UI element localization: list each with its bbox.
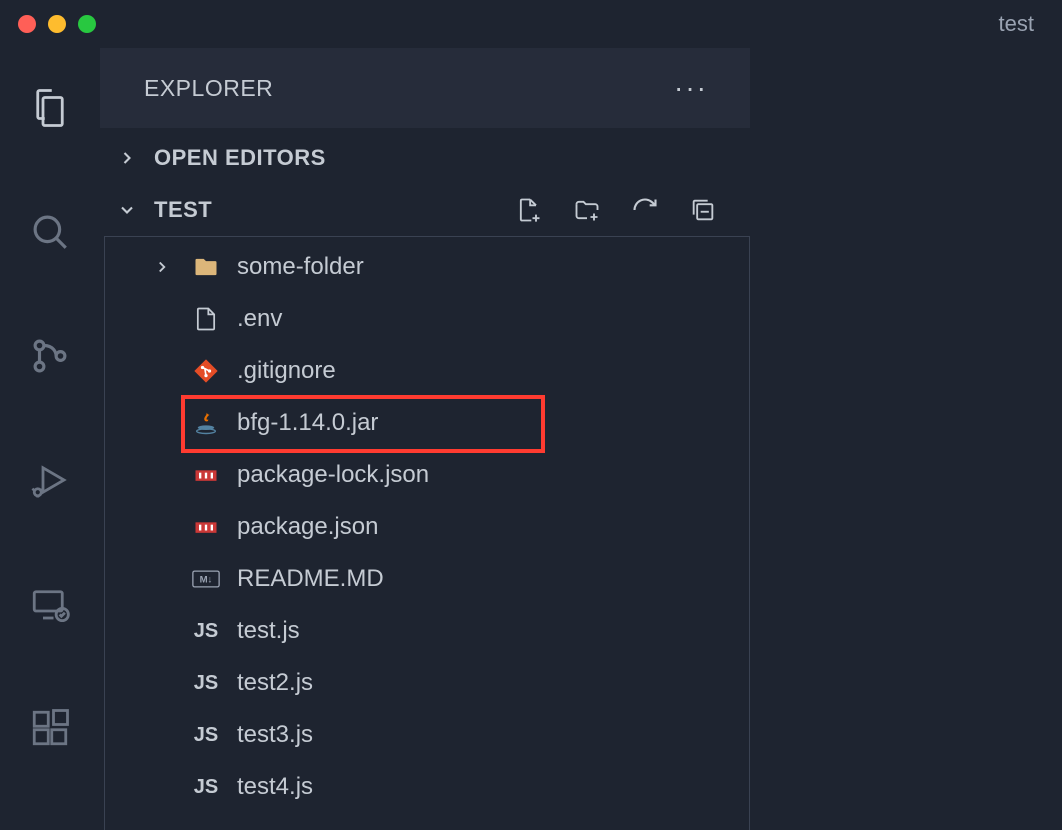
js-badge-text: JS [194, 620, 218, 643]
new-file-icon[interactable] [514, 195, 544, 225]
source-control-activity-icon[interactable] [26, 332, 74, 380]
tree-file-item[interactable]: package.json [105, 501, 749, 553]
more-actions-icon[interactable]: ··· [674, 74, 708, 102]
js-icon: JS [189, 724, 223, 747]
tree-item-label: test3.js [237, 721, 313, 749]
tree-file-item[interactable]: JS test3.js [105, 709, 749, 761]
sidebar-header: EXPLORER ··· [100, 48, 750, 128]
tree-item-label: README.MD [237, 565, 384, 593]
tree-item-label: .gitignore [237, 357, 336, 385]
folder-actions [514, 195, 736, 225]
traffic-lights [18, 15, 96, 33]
tree-item-label: package.json [237, 513, 378, 541]
js-badge-text: JS [194, 672, 218, 695]
java-icon [189, 409, 223, 437]
tree-item-label: test2.js [237, 669, 313, 697]
folder-section-label: TEST [154, 197, 212, 223]
chevron-right-icon [149, 258, 175, 276]
tree-file-item[interactable]: JS test2.js [105, 657, 749, 709]
explorer-sidebar: EXPLORER ··· OPEN EDITORS TEST [100, 48, 750, 830]
extensions-activity-icon[interactable] [26, 704, 74, 752]
tree-file-item-highlighted[interactable]: bfg-1.14.0.jar [105, 397, 749, 449]
folder-icon [189, 253, 223, 281]
titlebar: test [0, 0, 1062, 48]
explorer-activity-icon[interactable] [26, 84, 74, 132]
npm-icon [189, 513, 223, 541]
tree-folder-item[interactable]: some-folder [105, 241, 749, 293]
refresh-icon[interactable] [630, 195, 660, 225]
markdown-icon: M↓ [189, 565, 223, 593]
js-badge-text: JS [194, 776, 218, 799]
npm-icon [189, 461, 223, 489]
js-icon: JS [189, 776, 223, 799]
collapse-all-icon[interactable] [688, 195, 718, 225]
git-icon [189, 357, 223, 385]
chevron-down-icon [114, 197, 140, 223]
window-title: test [999, 11, 1044, 37]
chevron-right-icon [114, 145, 140, 171]
tree-file-item[interactable]: JS test4.js [105, 761, 749, 813]
run-debug-activity-icon[interactable] [26, 456, 74, 504]
tree-file-item[interactable]: .gitignore [105, 345, 749, 397]
tree-file-item[interactable]: JS test.js [105, 605, 749, 657]
search-activity-icon[interactable] [26, 208, 74, 256]
file-icon [189, 305, 223, 333]
tree-item-label: some-folder [237, 253, 364, 281]
tree-item-label: test4.js [237, 773, 313, 801]
tree-item-label: package-lock.json [237, 461, 429, 489]
activity-bar [0, 48, 100, 830]
file-tree: some-folder .env .gitignore bfg-1.1 [104, 236, 750, 830]
sidebar-header-title: EXPLORER [144, 75, 273, 102]
tree-file-item[interactable]: .env [105, 293, 749, 345]
remote-activity-icon[interactable] [26, 580, 74, 628]
tree-item-label: test.js [237, 617, 300, 645]
js-icon: JS [189, 672, 223, 695]
new-folder-icon[interactable] [572, 195, 602, 225]
minimize-window-button[interactable] [48, 15, 66, 33]
svg-text:M↓: M↓ [200, 575, 213, 586]
tree-item-label: .env [237, 305, 282, 333]
tree-file-item[interactable]: package-lock.json [105, 449, 749, 501]
folder-section[interactable]: TEST [100, 184, 750, 236]
js-badge-text: JS [194, 724, 218, 747]
tree-file-item[interactable]: M↓ README.MD [105, 553, 749, 605]
tree-item-label: bfg-1.14.0.jar [237, 409, 378, 437]
editor-area [750, 48, 1062, 830]
close-window-button[interactable] [18, 15, 36, 33]
open-editors-label: OPEN EDITORS [154, 145, 326, 171]
open-editors-section[interactable]: OPEN EDITORS [100, 132, 750, 184]
js-icon: JS [189, 620, 223, 643]
maximize-window-button[interactable] [78, 15, 96, 33]
